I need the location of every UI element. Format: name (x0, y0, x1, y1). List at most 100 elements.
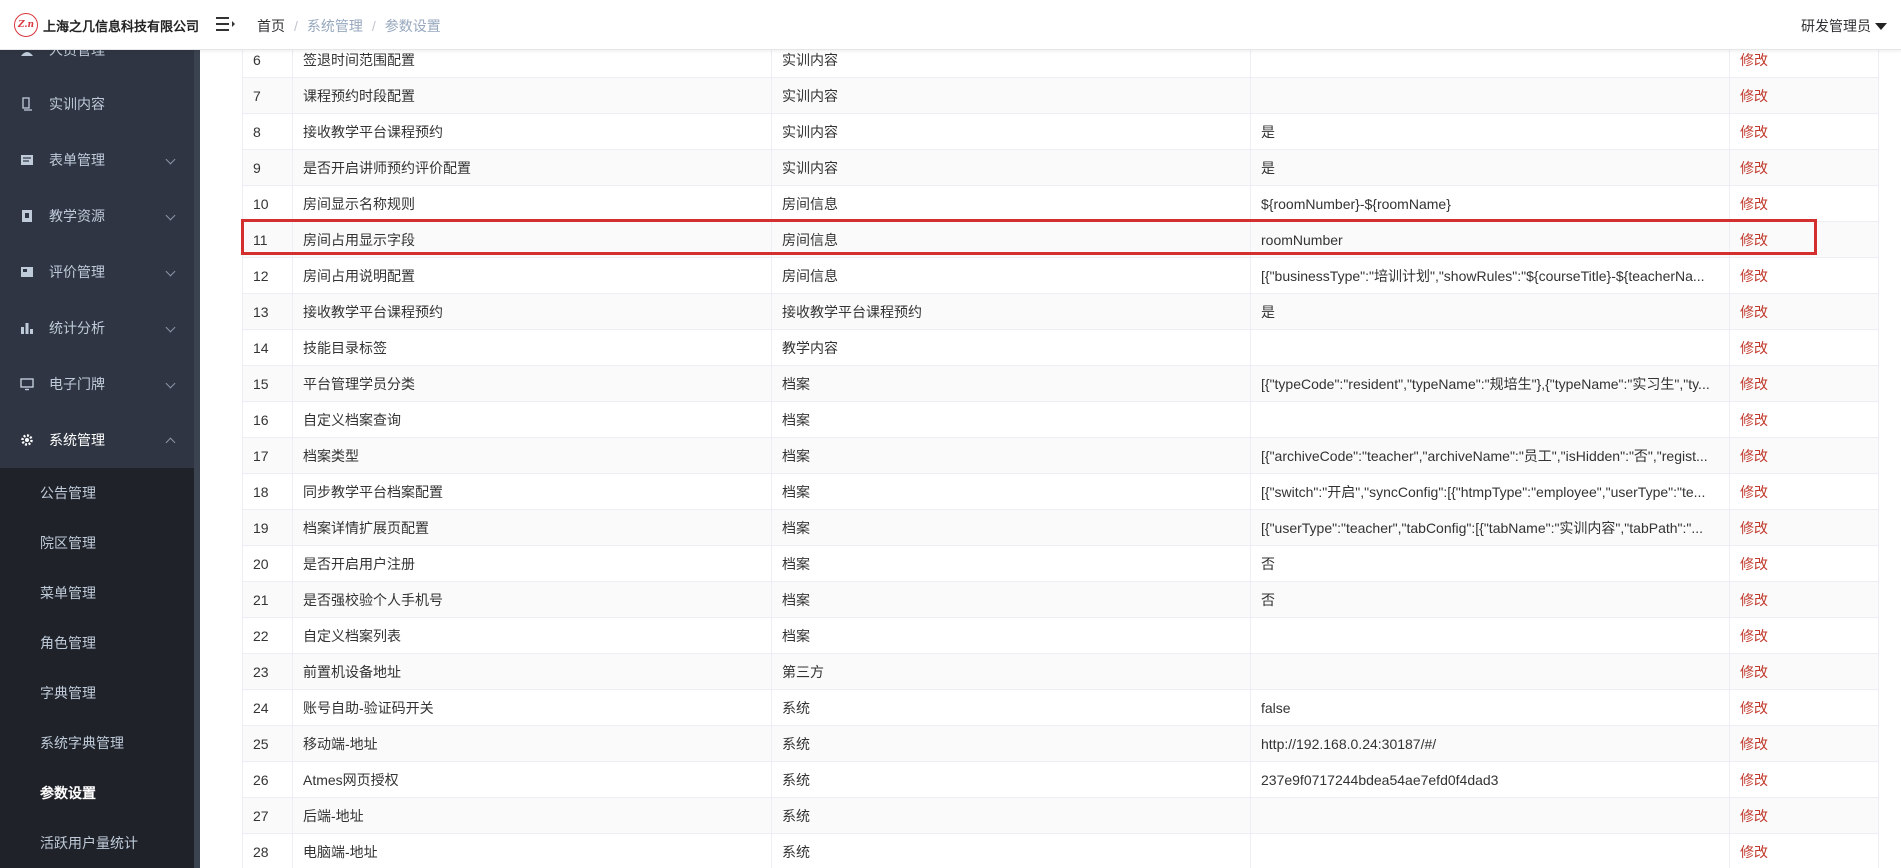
edit-link[interactable]: 修改 (1740, 376, 1768, 392)
user-menu[interactable]: 研发管理员 (1801, 16, 1887, 36)
hamburger-icon[interactable] (216, 14, 236, 34)
param-name: 是否强校验个人手机号 (292, 581, 772, 618)
table-row: 15 平台管理学员分类 档案 [{"typeCode":"resident","typ… (242, 365, 1879, 402)
sidebar-subitem-campus[interactable]: 院区管理 (0, 518, 194, 568)
breadcrumb-separator: / (294, 18, 298, 34)
sidebar-subitem-active-users[interactable]: 活跃用户量统计 (0, 818, 194, 868)
table-row: 23 前置机设备地址 第三方 修改 (242, 653, 1879, 690)
param-name: 房间占用说明配置 (292, 257, 772, 294)
edit-link[interactable]: 修改 (1740, 232, 1768, 248)
edit-link[interactable]: 修改 (1740, 592, 1768, 608)
edit-link[interactable]: 修改 (1740, 340, 1768, 356)
edit-link[interactable]: 修改 (1740, 844, 1768, 860)
table-row: 16 自定义档案查询 档案 修改 (242, 401, 1879, 438)
param-value: [{"typeCode":"resident","typeName":"规培生"… (1250, 365, 1730, 402)
param-name: 接收教学平台课程预约 (292, 293, 772, 330)
gear-icon (20, 433, 34, 447)
sidebar-subitem-notice[interactable]: 公告管理 (0, 468, 194, 518)
param-name: 账号自助-验证码开关 (292, 689, 772, 726)
edit-link[interactable]: 修改 (1740, 556, 1768, 572)
breadcrumb-home[interactable]: 首页 (257, 16, 285, 36)
evaluate-icon (20, 265, 34, 279)
row-number: 14 (242, 329, 293, 366)
edit-cell: 修改 (1729, 221, 1879, 258)
edit-link[interactable]: 修改 (1740, 124, 1768, 140)
edit-link[interactable]: 修改 (1740, 52, 1768, 68)
sidebar-item-resources[interactable]: 教学资源 (0, 188, 194, 244)
param-name: 平台管理学员分类 (292, 365, 772, 402)
param-name: 技能目录标签 (292, 329, 772, 366)
param-module: 档案 (771, 473, 1251, 510)
row-number: 12 (242, 257, 293, 294)
table-row: 11 房间占用显示字段 房间信息 roomNumber 修改 (242, 221, 1879, 258)
row-number: 21 (242, 581, 293, 618)
sidebar-item-system[interactable]: 系统管理 (0, 412, 194, 468)
edit-cell: 修改 (1729, 365, 1879, 402)
row-number: 9 (242, 149, 293, 186)
param-name: 自定义档案查询 (292, 401, 772, 438)
sidebar-subitem-dict[interactable]: 字典管理 (0, 668, 194, 718)
edit-link[interactable]: 修改 (1740, 628, 1768, 644)
edit-link[interactable]: 修改 (1740, 304, 1768, 320)
sidebar-item-forms[interactable]: 表单管理 (0, 132, 194, 188)
edit-cell: 修改 (1729, 509, 1879, 546)
param-value: 是 (1250, 149, 1730, 186)
row-number: 28 (242, 833, 293, 868)
param-module: 档案 (771, 617, 1251, 654)
table-row: 20 是否开启用户注册 档案否修改 (242, 545, 1879, 582)
sidebar-subitem-menu[interactable]: 菜单管理 (0, 568, 194, 618)
table-row: 17 档案类型 档案 [{"archiveCode":"teacher","archi… (242, 437, 1879, 474)
param-name: 是否开启用户注册 (292, 545, 772, 582)
edit-cell: 修改 (1729, 545, 1879, 582)
sidebar-subitem-role[interactable]: 角色管理 (0, 618, 194, 668)
row-number: 6 (242, 50, 293, 78)
param-module: 系统 (771, 689, 1251, 726)
sidebar-subitem-system-dict[interactable]: 系统字典管理 (0, 718, 194, 768)
sidebar-item-evaluation[interactable]: 评价管理 (0, 244, 194, 300)
sidebar-item-staff[interactable]: 人员管理 (0, 50, 194, 78)
edit-link[interactable]: 修改 (1740, 196, 1768, 212)
row-number: 16 (242, 401, 293, 438)
edit-link[interactable]: 修改 (1740, 268, 1768, 284)
table-row: 8 接收教学平台课程预约 实训内容是修改 (242, 113, 1879, 150)
edit-link[interactable]: 修改 (1740, 700, 1768, 716)
edit-cell: 修改 (1729, 725, 1879, 762)
company-logo[interactable]: Z.n 上海之几信息科技有限公司 (14, 12, 199, 38)
edit-link[interactable]: 修改 (1740, 448, 1768, 464)
sidebar-item-training[interactable]: 实训内容 (0, 76, 194, 132)
edit-link[interactable]: 修改 (1740, 484, 1768, 500)
edit-link[interactable]: 修改 (1740, 772, 1768, 788)
sidebar-subitem-params[interactable]: 参数设置 (0, 768, 194, 818)
chevron-down-icon (165, 154, 176, 165)
edit-link[interactable]: 修改 (1740, 520, 1768, 536)
param-name: 同步教学平台档案配置 (292, 473, 772, 510)
edit-link[interactable]: 修改 (1740, 160, 1768, 176)
sidebar: 人员管理 实训内容 表单管理 教学资源 评价管理 统计分析 电子门牌 系统管理 … (0, 50, 200, 868)
edit-cell: 修改 (1729, 437, 1879, 474)
edit-link[interactable]: 修改 (1740, 808, 1768, 824)
edit-link[interactable]: 修改 (1740, 88, 1768, 104)
edit-link[interactable]: 修改 (1740, 412, 1768, 428)
sidebar-item-label: 系统管理 (49, 432, 105, 448)
param-name: 房间显示名称规则 (292, 185, 772, 222)
breadcrumb: 首页 / 系统管理 / 参数设置 (257, 16, 441, 36)
param-value: roomNumber (1250, 221, 1730, 258)
sidebar-item-label: 表单管理 (49, 152, 105, 168)
edit-link[interactable]: 修改 (1740, 736, 1768, 752)
param-value: [{"userType":"teacher","tabConfig":[{"ta… (1250, 509, 1730, 546)
param-name: Atmes网页授权 (292, 761, 772, 798)
edit-link[interactable]: 修改 (1740, 664, 1768, 680)
breadcrumb-system: 系统管理 (306, 18, 363, 34)
sidebar-item-statistics[interactable]: 统计分析 (0, 300, 194, 356)
param-name: 自定义档案列表 (292, 617, 772, 654)
param-name: 前置机设备地址 (292, 653, 772, 690)
param-module: 系统 (771, 725, 1251, 762)
param-name: 电脑端-地址 (292, 833, 772, 868)
row-number: 13 (242, 293, 293, 330)
param-value: 237e9f0717244bdea54ae7efd0f4dad3 (1250, 761, 1730, 798)
table-row: 14 技能目录标签 教学内容 修改 (242, 329, 1879, 366)
row-number: 11 (242, 221, 293, 258)
table-row: 28 电脑端-地址 系统 修改 (242, 833, 1879, 868)
sidebar-item-doorplate[interactable]: 电子门牌 (0, 356, 194, 412)
param-value: false (1250, 689, 1730, 726)
